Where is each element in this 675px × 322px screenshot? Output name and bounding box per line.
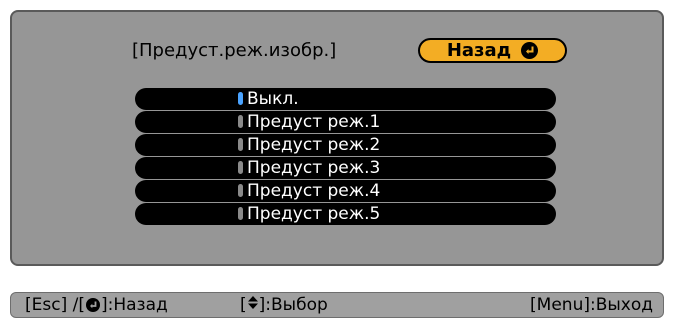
option-indicator (238, 161, 243, 174)
select-hint-suffix: ]:Выбор (258, 295, 328, 315)
option-item-preset-3[interactable]: Предуст реж.3 (135, 157, 556, 179)
settings-panel: [Предуст.реж.изобр.] Назад Выкл. Предуст… (10, 10, 664, 266)
esc-hint-prefix: [Esc] /[ (25, 295, 85, 315)
option-item-preset-2[interactable]: Предуст реж.2 (135, 134, 556, 156)
enter-icon (85, 298, 100, 312)
menu-hint: [Menu]:Выход (530, 295, 653, 315)
back-button-label: Назад (446, 40, 512, 61)
page-title: [Предуст.реж.изобр.] (132, 40, 337, 61)
option-label: Выкл. (247, 89, 299, 109)
option-label: Предуст реж.5 (247, 204, 381, 224)
select-hint-prefix: [ (240, 295, 247, 315)
enter-icon (521, 42, 539, 59)
back-button[interactable]: Назад (418, 38, 567, 63)
selected-indicator (238, 92, 243, 105)
option-item-off[interactable]: Выкл. (135, 88, 556, 110)
option-label: Предуст реж.2 (247, 135, 381, 155)
esc-hint: [Esc] /[ ]:Назад (25, 295, 168, 315)
option-label: Предуст реж.1 (247, 112, 381, 132)
option-item-preset-1[interactable]: Предуст реж.1 (135, 111, 556, 133)
option-label: Предуст реж.3 (247, 158, 381, 178)
esc-hint-suffix: ]:Назад (100, 295, 168, 315)
option-indicator (238, 184, 243, 197)
up-down-arrow-icon (247, 295, 259, 315)
help-bar: [Esc] /[ ]:Назад [ ]:Выбор [Menu]:Выход (10, 292, 664, 318)
option-item-preset-4[interactable]: Предуст реж.4 (135, 180, 556, 202)
option-indicator (238, 207, 243, 220)
option-indicator (238, 138, 243, 151)
option-list: Выкл. Предуст реж.1 Предуст реж.2 Предус… (135, 88, 556, 226)
option-label: Предуст реж.4 (247, 181, 381, 201)
option-indicator (238, 115, 243, 128)
select-hint: [ ]:Выбор (240, 295, 328, 315)
option-item-preset-5[interactable]: Предуст реж.5 (135, 203, 556, 225)
